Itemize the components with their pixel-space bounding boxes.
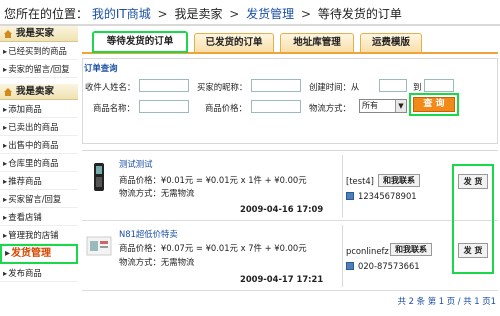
order-row: 测试测试 商品价格：¥0.01元 = ¥0.01元 x 1件 + ¥0.00元 … (82, 151, 498, 221)
sidebar-item-manage-shop[interactable]: ▸管理我的店铺 (0, 226, 78, 244)
home-icon (4, 88, 12, 96)
created-to-label: 到 (413, 82, 422, 92)
order-phone: 12345678901 (346, 191, 417, 201)
breadcrumb-mall-link[interactable]: 我的IT商城 (92, 7, 151, 21)
sidebar-item-on-sale[interactable]: ▸出售中的商品 (0, 136, 78, 154)
order-ship-line: 物流方式：无需物流 (119, 257, 195, 267)
sidebar-item-buyer-messages[interactable]: ▸买家留言/回复 (0, 190, 78, 208)
product-thumbnail-icon[interactable] (86, 231, 112, 263)
breadcrumb: 您所在的位置： 我的IT商城 > 我是卖家 > 发货管理 > 等待发货的订单 (0, 0, 500, 26)
ship-method-label: 物流方式： (309, 103, 351, 113)
breadcrumb-seller: 我是卖家 (174, 7, 223, 21)
sidebar-buyer-header: 我是买家 (0, 26, 78, 42)
product-price-input[interactable] (251, 100, 301, 113)
created-from-input[interactable] (379, 79, 407, 92)
order-product-name[interactable]: 测试测试 (119, 158, 153, 170)
sidebar-item-warehouse[interactable]: ▸仓库里的商品 (0, 154, 78, 172)
ship-button[interactable]: 发 货 (458, 243, 488, 258)
tab-bar: 等待发货的订单 已发货的订单 地址库管理 运费模版 (82, 30, 498, 54)
sidebar-item-seller-messages[interactable]: ▸卖家的留言/回复 (0, 60, 78, 78)
tab-address-book[interactable]: 地址库管理 (280, 33, 354, 52)
order-price-line: 商品价格：¥0.07元 = ¥0.01元 x 7件 + ¥0.00元 (119, 243, 307, 253)
query-button[interactable]: 查 询 (413, 97, 455, 112)
order-date: 2009-04-17 17:21 (240, 274, 324, 284)
sidebar-buyer-title: 我是买家 (16, 28, 55, 39)
ship-method-select[interactable]: 所有 ▼ (359, 99, 407, 113)
recipient-input[interactable] (139, 79, 189, 92)
phone-icon (346, 192, 354, 200)
pagination[interactable]: 共 2 条 第 1 页 / 共 1 页1 (398, 295, 496, 307)
sidebar-item-recommend[interactable]: ▸推荐商品 (0, 172, 78, 190)
order-date: 2009-04-16 17:09 (240, 204, 324, 214)
order-ship-line: 物流方式：无需物流 (119, 188, 195, 198)
buyer-nick-label: 买家的昵称： (197, 82, 248, 92)
sidebar-item-view-shop[interactable]: ▸查看店铺 (0, 208, 78, 226)
sidebar-seller-header: 我是卖家 (0, 84, 78, 100)
buyer-nick-input[interactable] (251, 79, 301, 92)
order-buyer: [test4] (346, 176, 374, 186)
recipient-label: 收件人姓名： (85, 82, 136, 92)
product-price-label: 商品价格： (205, 103, 247, 113)
main-content: 等待发货的订单 已发货的订单 地址库管理 运费模版 订单查询 收件人姓名： 买家… (80, 26, 500, 316)
ship-buttons-highlight: 发 货 发 货 (452, 164, 494, 274)
breadcrumb-current: 等待发货的订单 (317, 7, 402, 21)
product-name-input[interactable] (139, 100, 189, 113)
query-button-highlight: 查 询 (409, 93, 459, 116)
chevron-down-icon: ▼ (395, 100, 406, 112)
product-name-label: 商品名称： (93, 103, 135, 113)
phone-thumbnail-icon[interactable] (86, 161, 112, 193)
sidebar-item-bought[interactable]: ▸已经买到的商品 (0, 42, 78, 60)
order-buyer: pconlinefz (346, 246, 389, 256)
sidebar-item-shipping[interactable]: ▸发货管理 (0, 244, 78, 264)
order-product-name[interactable]: N81超低价特卖 (119, 228, 178, 240)
contact-button[interactable]: 和我联系 (378, 174, 420, 187)
breadcrumb-separator: > (301, 7, 312, 21)
breadcrumb-separator: > (229, 7, 240, 21)
created-from-label: 创建时间：从 (309, 82, 360, 92)
breadcrumb-shipping-link[interactable]: 发货管理 (246, 7, 294, 21)
order-row: N81超低价特卖 商品价格：¥0.07元 = ¥0.01元 x 7件 + ¥0.… (82, 221, 498, 291)
sidebar-item-add-product[interactable]: ▸添加商品 (0, 100, 78, 118)
tab-shipping-template[interactable]: 运费模版 (360, 33, 422, 52)
page: 您所在的位置： 我的IT商城 > 我是卖家 > 发货管理 > 等待发货的订单 我… (0, 0, 500, 316)
breadcrumb-prefix: 您所在的位置： (4, 7, 89, 21)
phone-icon (346, 262, 354, 270)
order-list: 测试测试 商品价格：¥0.01元 = ¥0.01元 x 1件 + ¥0.00元 … (82, 150, 498, 292)
sidebar-item-publish[interactable]: ▸发布商品 (0, 264, 78, 282)
search-title: 订单查询 (84, 63, 118, 73)
sidebar: 我是买家 ▸已经买到的商品 ▸卖家的留言/回复 我是卖家 ▸添加商品 ▸已卖出的… (0, 26, 78, 316)
order-search-panel: 订单查询 收件人姓名： 买家的昵称： 创建时间：从 到 商品名称： 商品价格： … (82, 58, 498, 144)
sidebar-item-sold[interactable]: ▸已卖出的商品 (0, 118, 78, 136)
created-to-input[interactable] (424, 79, 454, 92)
home-icon (4, 30, 12, 38)
breadcrumb-separator: > (157, 7, 168, 21)
contact-button[interactable]: 和我联系 (390, 243, 432, 256)
tab-pending-orders[interactable]: 等待发货的订单 (92, 31, 188, 53)
order-phone: 020-87573661 (346, 261, 420, 271)
tab-shipped-orders[interactable]: 已发货的订单 (194, 33, 274, 52)
order-price-line: 商品价格：¥0.01元 = ¥0.01元 x 1件 + ¥0.00元 (119, 175, 307, 185)
sidebar-seller-title: 我是卖家 (16, 86, 55, 97)
ship-button[interactable]: 发 货 (458, 174, 488, 189)
